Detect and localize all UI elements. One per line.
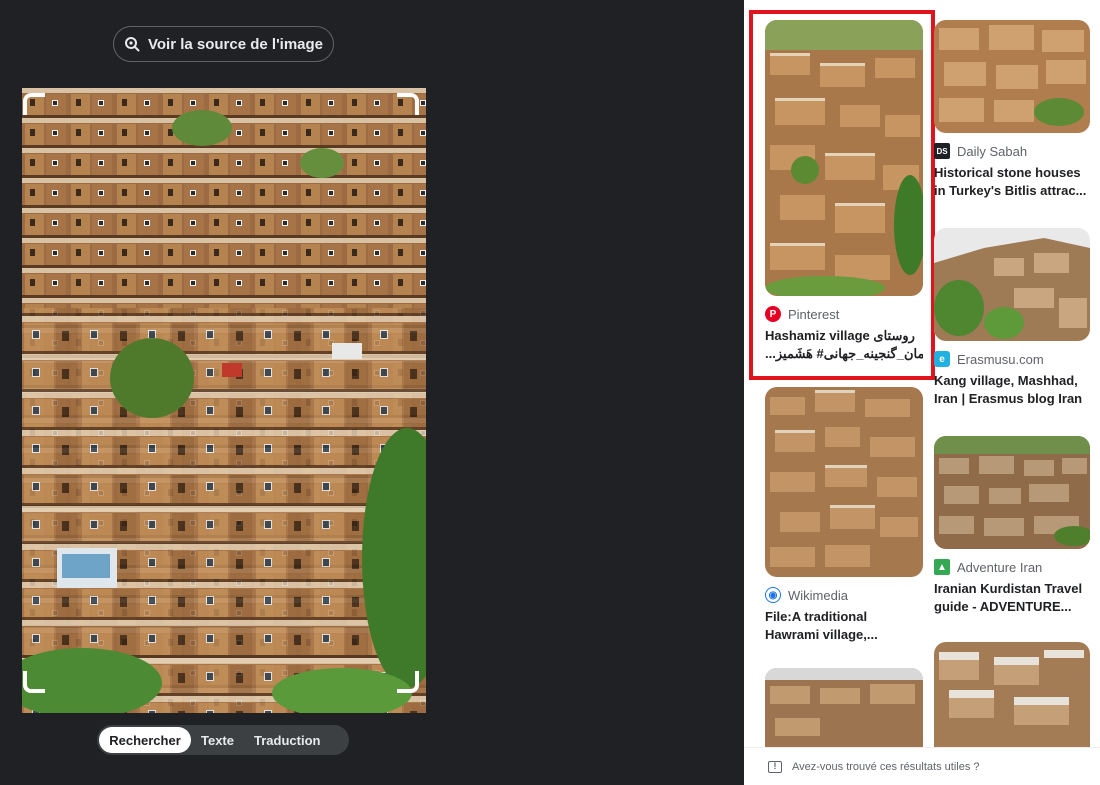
result-thumbnail[interactable]	[934, 20, 1090, 133]
result-title[interactable]: File:A traditional Hawrami village,...	[765, 608, 923, 644]
feedback-icon: !	[768, 760, 782, 773]
result-title[interactable]: Historical stone houses in Turkey's Bitl…	[934, 164, 1090, 200]
result-card-adventure-iran[interactable]: ▲ Adventure Iran Iranian Kurdistan Trave…	[934, 436, 1090, 616]
daily-sabah-icon: DS	[934, 143, 950, 159]
tab-search[interactable]: Rechercher	[99, 727, 191, 753]
result-source: Adventure Iran	[957, 559, 1043, 575]
view-image-source-label: Voir la source de l'image	[147, 35, 324, 53]
result-title[interactable]: Iranian Kurdistan Travel guide - ADVENTU…	[934, 580, 1090, 616]
result-source: Wikimedia	[788, 587, 848, 603]
result-card-erasmusu[interactable]: e Erasmusu.com Kang village, Mashhad, Ir…	[934, 228, 1090, 408]
crop-handle-bottom-right[interactable]	[397, 671, 419, 693]
feedback-bar[interactable]: ! Avez-vous trouvé ces résultats utiles …	[744, 747, 1100, 785]
adventure-iran-icon: ▲	[934, 559, 950, 575]
selected-image[interactable]	[22, 88, 426, 713]
result-title[interactable]: Kang village, Mashhad, Iran | Erasmus bl…	[934, 372, 1090, 408]
selected-result-highlight	[749, 10, 935, 380]
result-card-wikimedia[interactable]: ◉ Wikimedia File:A traditional Hawrami v…	[765, 387, 923, 644]
feedback-text: Avez-vous trouvé ces résultats utiles ?	[792, 760, 980, 773]
view-image-source-button[interactable]: Voir la source de l'image	[113, 26, 334, 62]
image-preview-panel: Voir la source de l'image Rechercher Tex…	[0, 0, 744, 785]
tab-translation[interactable]: Traduction	[244, 727, 330, 753]
tab-text[interactable]: Texte	[191, 727, 244, 753]
result-thumbnail[interactable]	[765, 387, 923, 577]
visual-matches-panel: P Pinterest Hashamiz village روستای ...ه…	[744, 0, 1100, 785]
wikimedia-icon: ◉	[765, 587, 781, 603]
lens-search-icon	[124, 37, 140, 52]
result-source: Daily Sabah	[957, 143, 1028, 159]
erasmusu-icon: e	[934, 351, 950, 367]
result-source: Erasmusu.com	[957, 351, 1044, 367]
result-thumbnail[interactable]	[934, 228, 1090, 341]
crop-handle-top-right[interactable]	[397, 93, 419, 115]
result-card-daily-sabah[interactable]: DS Daily Sabah Historical stone houses i…	[934, 20, 1090, 200]
crop-handle-bottom-left[interactable]	[23, 671, 45, 693]
search-mode-tabs: Rechercher Texte Traduction	[97, 725, 349, 755]
village-photo	[22, 88, 426, 713]
crop-handle-top-left[interactable]	[23, 93, 45, 115]
result-thumbnail[interactable]	[934, 436, 1090, 549]
